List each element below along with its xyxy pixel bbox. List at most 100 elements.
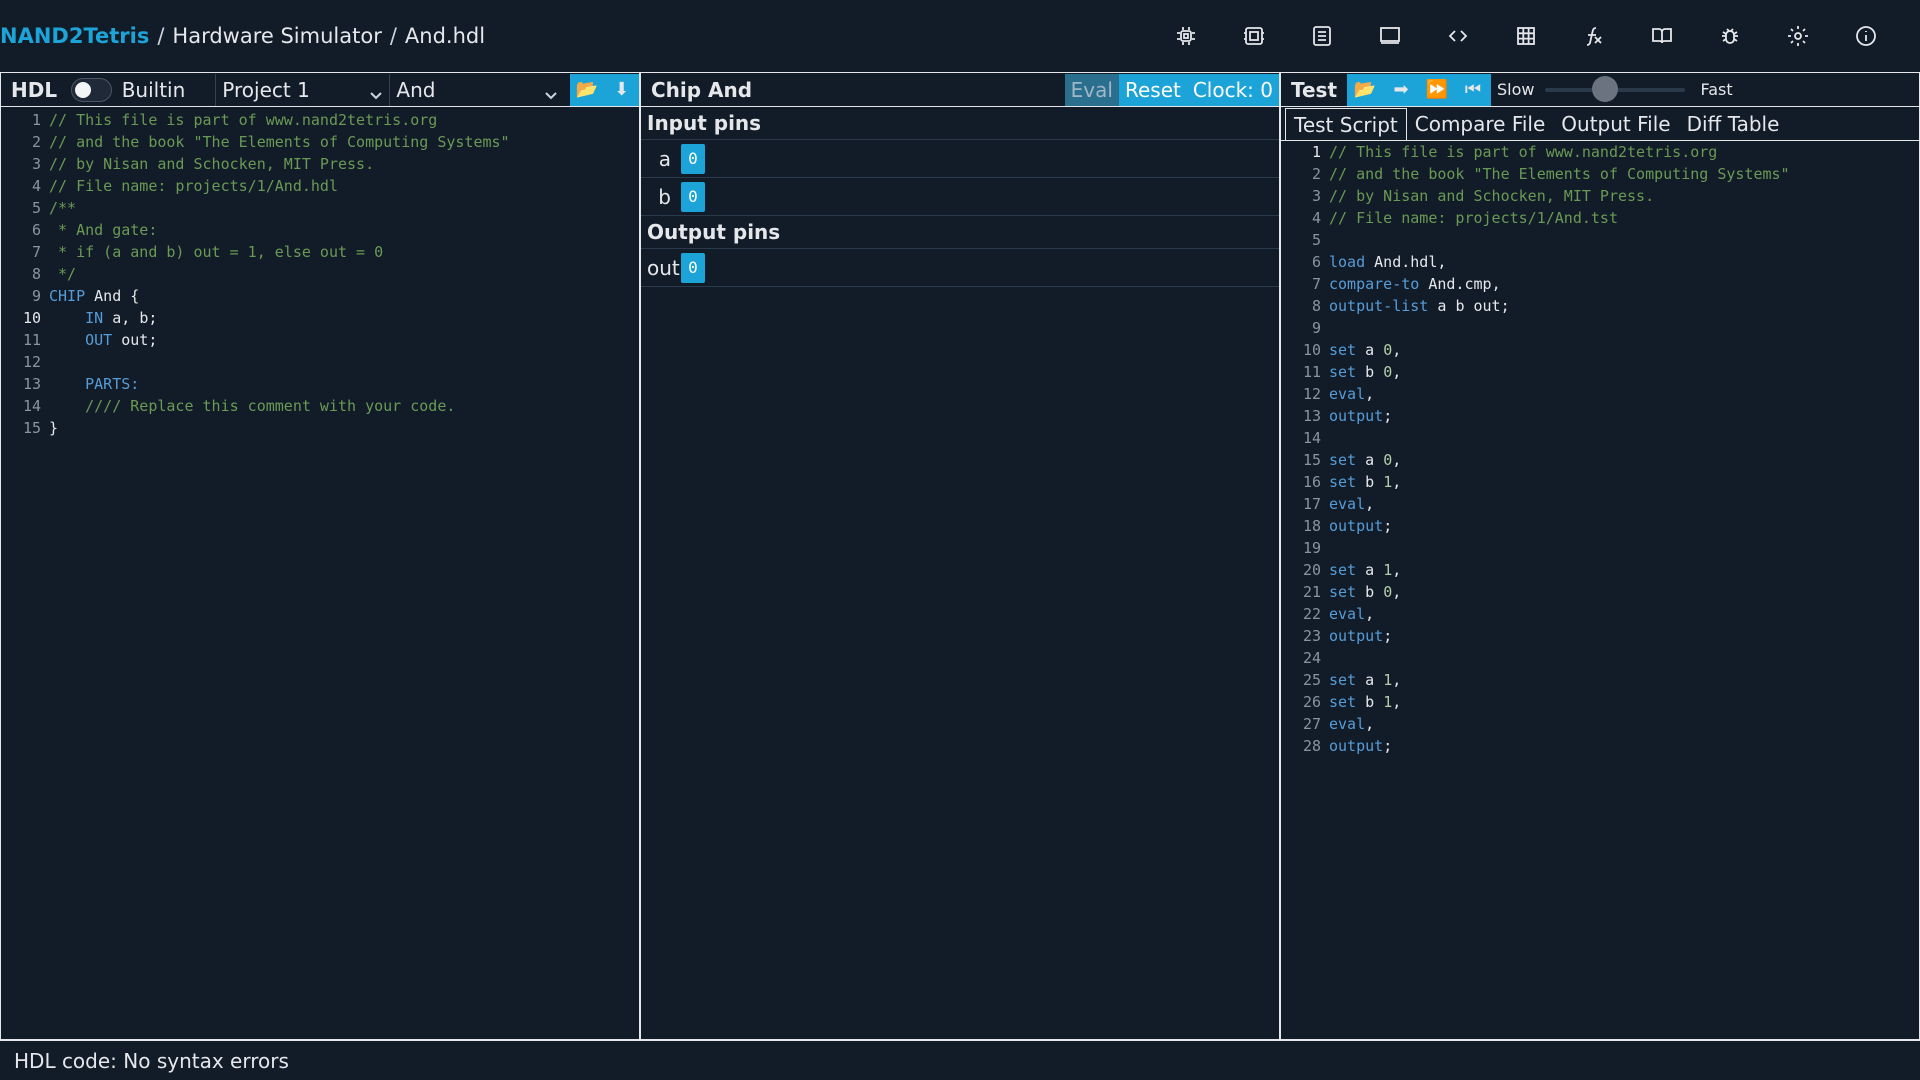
pin-row-b: b 0	[641, 178, 1279, 216]
line-number: 16	[1302, 473, 1321, 491]
rewind-button[interactable]: ⏮	[1455, 73, 1492, 106]
line-number: 4	[31, 177, 41, 195]
grid-icon[interactable]	[1492, 16, 1560, 56]
hdl-code-line: 9 CHIP And {	[1, 285, 639, 307]
bug-icon[interactable]	[1696, 16, 1764, 56]
test-code-line: 13 output;	[1281, 405, 1919, 427]
list-icon[interactable]	[1288, 16, 1356, 56]
step-button[interactable]: ➡	[1383, 73, 1420, 106]
hdl-code-line: 3 // by Nisan and Schocken, MIT Press.	[1, 153, 639, 175]
code-text: compare-to And.cmp,	[1329, 275, 1501, 293]
line-number: 20	[1302, 561, 1321, 579]
speed-slider[interactable]	[1544, 75, 1685, 102]
hdl-panel-title: HDL	[11, 77, 58, 102]
chip-select-value: And	[396, 77, 436, 102]
step-icon: ➡	[1393, 79, 1409, 100]
pin-row-a: a 0	[641, 140, 1279, 178]
hdl-code-line: 2 // and the book "The Elements of Comput…	[1, 131, 639, 153]
code-icon[interactable]	[1424, 16, 1492, 56]
monitor-icon[interactable]	[1356, 16, 1424, 56]
line-number: 1	[1311, 143, 1321, 161]
test-panel-title: Test	[1291, 77, 1338, 102]
line-number: 5	[31, 199, 41, 217]
code-text: IN a, b;	[85, 309, 158, 327]
code-text: // File name: projects/1/And.hdl	[49, 177, 338, 195]
tab-output-file[interactable]: Output File	[1553, 108, 1678, 140]
line-number: 10	[1302, 341, 1321, 359]
pin-name: b	[658, 184, 671, 209]
line-number: 3	[31, 155, 41, 173]
line-number: 19	[1302, 539, 1321, 557]
toggle-knob	[75, 81, 92, 98]
test-code-line: 6 load And.hdl,	[1281, 251, 1919, 273]
top-bar: NAND2Tetris / Hardware Simulator / And.h…	[0, 0, 1920, 72]
cpu-icon[interactable]	[1220, 16, 1288, 56]
line-number: 10	[22, 309, 41, 327]
line-number: 15	[22, 419, 41, 437]
eval-button[interactable]: Eval	[1064, 73, 1119, 106]
line-number: 9	[31, 287, 41, 305]
test-code-line: 22 eval,	[1281, 603, 1919, 625]
download-button[interactable]: ⬇	[604, 73, 639, 106]
chip-select[interactable]: And	[389, 73, 563, 106]
open-folder-button[interactable]: 📂	[569, 73, 605, 106]
test-code-line: 28 output;	[1281, 735, 1919, 757]
hdl-code-line: 6 * And gate:	[1, 219, 639, 241]
line-number: 21	[1302, 583, 1321, 601]
test-code-line: 7 compare-to And.cmp,	[1281, 273, 1919, 295]
hdl-code-line: 8 */	[1, 263, 639, 285]
function-icon[interactable]	[1560, 16, 1628, 56]
code-text: // This file is part of www.nand2tetris.…	[49, 111, 438, 129]
line-number: 8	[31, 265, 41, 283]
fast-forward-icon: ⏩	[1425, 79, 1449, 100]
pin-name: out	[647, 255, 680, 280]
code-text: output-list a b out;	[1329, 297, 1510, 315]
breadcrumb-separator: /	[157, 24, 165, 48]
code-text: }	[49, 419, 59, 437]
test-code-line: 15 set a 0,	[1281, 449, 1919, 471]
breadcrumb-separator: /	[389, 24, 397, 48]
builtin-toggle[interactable]	[71, 77, 112, 102]
test-script-editor[interactable]: 1 // This file is part of www.nand2tetris…	[1281, 141, 1919, 757]
chip-panel-title: Chip And	[651, 77, 753, 102]
code-text: CHIP And {	[49, 287, 140, 305]
pin-row-out: out 0	[641, 249, 1279, 287]
folder-open-icon: 📂	[1353, 79, 1377, 100]
line-number: 23	[1302, 627, 1321, 645]
gear-icon[interactable]	[1764, 16, 1832, 56]
chevron-down-icon	[369, 83, 383, 99]
breadcrumb-section[interactable]: Hardware Simulator	[172, 24, 381, 48]
book-icon[interactable]	[1628, 16, 1696, 56]
tab-diff-table[interactable]: Diff Table	[1679, 108, 1788, 140]
reset-button[interactable]: Reset	[1119, 74, 1187, 106]
pin-value-button[interactable]: 0	[681, 143, 705, 174]
slider-thumb[interactable]	[1592, 75, 1619, 102]
tab-compare-file[interactable]: Compare File	[1407, 108, 1554, 140]
test-code-line: 25 set a 1,	[1281, 669, 1919, 691]
tab-test-script[interactable]: Test Script	[1285, 108, 1407, 140]
code-text: eval,	[1329, 715, 1375, 733]
pin-value: 0	[681, 252, 705, 283]
code-text: // by Nisan and Schocken, MIT Press.	[49, 155, 375, 173]
code-text: set a 1,	[1329, 671, 1402, 689]
line-number: 22	[1302, 605, 1321, 623]
open-test-button[interactable]: 📂	[1347, 73, 1384, 106]
info-icon[interactable]	[1832, 16, 1900, 56]
pin-name: a	[658, 146, 671, 171]
hdl-code-editor[interactable]: 1 // This file is part of www.nand2tetris…	[1, 107, 639, 439]
brand-link[interactable]: NAND2Tetris	[0, 24, 149, 48]
top-toolbar	[1152, 16, 1900, 56]
line-number: 2	[1311, 165, 1321, 183]
code-text: */	[49, 265, 77, 283]
pin-value-button[interactable]: 0	[681, 181, 705, 212]
project-select[interactable]: Project 1	[215, 73, 389, 106]
code-text: output;	[1329, 517, 1393, 535]
code-text: //// Replace this comment with your code…	[49, 397, 456, 415]
line-number: 7	[1311, 275, 1321, 293]
chip-icon[interactable]	[1152, 16, 1220, 56]
code-text: output;	[1329, 627, 1393, 645]
code-text: eval,	[1329, 385, 1375, 403]
builtin-label: Builtin	[121, 77, 186, 102]
run-button[interactable]: ⏩	[1419, 73, 1456, 106]
line-number: 18	[1302, 517, 1321, 535]
